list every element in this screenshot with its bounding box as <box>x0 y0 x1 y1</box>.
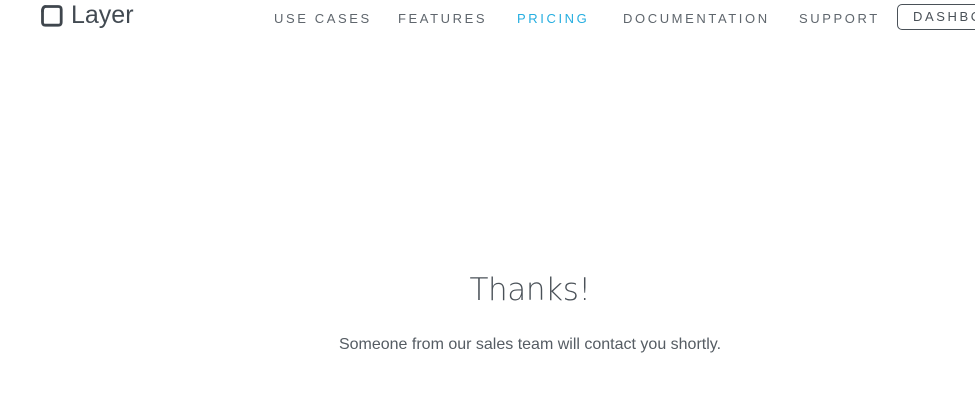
nav-documentation[interactable]: DOCUMENTATION <box>623 10 770 28</box>
dashboard-button[interactable]: DASHBOARD <box>897 4 975 30</box>
thanks-page: Layer USE CASES FEATURES PRICING DOCUMEN… <box>0 0 975 404</box>
thanks-heading: Thanks! <box>469 271 591 308</box>
nav-pricing[interactable]: PRICING <box>517 10 589 28</box>
nav-features[interactable]: FEATURES <box>398 10 487 28</box>
top-navigation-bar: Layer USE CASES FEATURES PRICING DOCUMEN… <box>0 0 975 38</box>
main-navigation: USE CASES FEATURES PRICING DOCUMENTATION… <box>0 10 975 28</box>
nav-support[interactable]: SUPPORT <box>799 10 880 28</box>
confirmation-message: Someone from our sales team will contact… <box>338 336 722 353</box>
nav-use-cases[interactable]: USE CASES <box>274 10 372 28</box>
